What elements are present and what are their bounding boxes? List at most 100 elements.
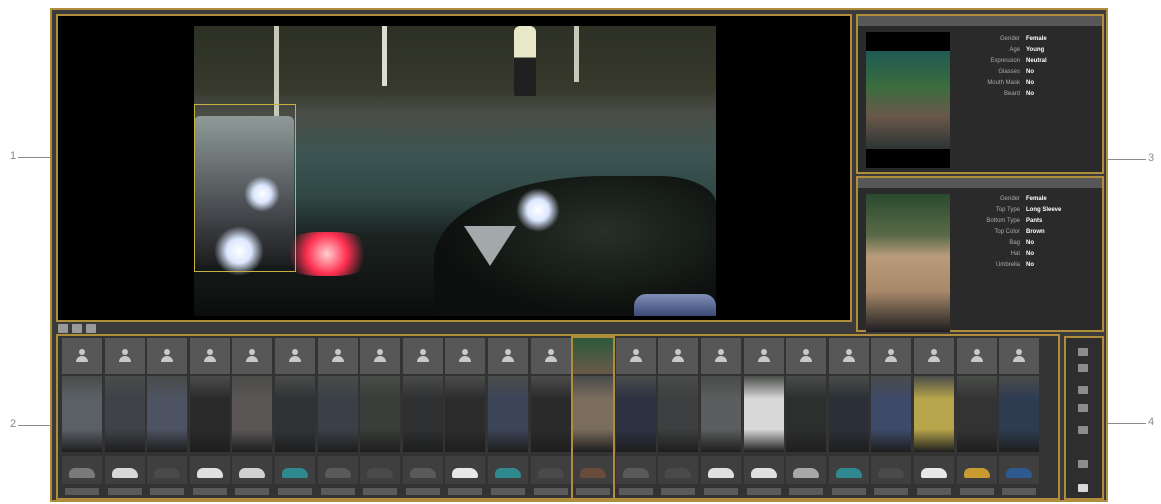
snapshot-item[interactable] bbox=[445, 338, 486, 498]
body-thumbnail[interactable] bbox=[701, 376, 741, 452]
body-thumbnail[interactable] bbox=[530, 376, 571, 452]
face-thumbnail[interactable] bbox=[828, 338, 869, 374]
snapshot-item[interactable] bbox=[871, 338, 912, 498]
snapshot-item[interactable] bbox=[317, 338, 358, 498]
vehicle-thumbnail[interactable] bbox=[615, 456, 656, 484]
face-thumbnail[interactable] bbox=[701, 338, 741, 374]
body-thumbnail[interactable] bbox=[615, 376, 656, 452]
face-thumbnail[interactable] bbox=[956, 338, 997, 374]
snapshot-item[interactable] bbox=[62, 338, 102, 498]
vehicle-thumbnail[interactable] bbox=[828, 456, 869, 484]
face-thumbnail[interactable] bbox=[914, 338, 954, 374]
vehicle-thumbnail[interactable] bbox=[317, 456, 358, 484]
vehicle-thumbnail[interactable] bbox=[232, 456, 273, 484]
face-thumbnail[interactable] bbox=[147, 338, 188, 374]
all-icon[interactable] bbox=[1078, 386, 1088, 394]
vehicle-thumbnail[interactable] bbox=[999, 456, 1040, 484]
vehicle-thumbnail[interactable] bbox=[488, 456, 528, 484]
body-thumbnail[interactable] bbox=[828, 376, 869, 452]
body-thumbnail[interactable] bbox=[488, 376, 528, 452]
vehicle-thumbnail[interactable] bbox=[956, 456, 997, 484]
body-thumbnail[interactable] bbox=[956, 376, 997, 452]
snapshot-item[interactable] bbox=[828, 338, 869, 498]
body-thumbnail[interactable] bbox=[658, 376, 699, 452]
vehicle-thumbnail[interactable] bbox=[914, 456, 954, 484]
face-snapshot[interactable] bbox=[866, 32, 950, 168]
body-thumbnail[interactable] bbox=[914, 376, 954, 452]
record-icon[interactable] bbox=[72, 324, 82, 333]
snapshot-item[interactable] bbox=[189, 338, 230, 498]
vehicle-thumbnail[interactable] bbox=[445, 456, 486, 484]
body-thumbnail[interactable] bbox=[743, 376, 784, 452]
face-thumbnail[interactable] bbox=[189, 338, 230, 374]
face-thumbnail[interactable] bbox=[275, 338, 315, 374]
vehicle-thumbnail[interactable] bbox=[147, 456, 188, 484]
snapshot-icon[interactable] bbox=[58, 324, 68, 333]
body-thumbnail[interactable] bbox=[62, 376, 102, 452]
vehicle-thumbnail[interactable] bbox=[402, 456, 443, 484]
snapshot-item[interactable] bbox=[530, 338, 571, 498]
settings-icon[interactable] bbox=[1078, 484, 1088, 492]
face-thumbnail[interactable] bbox=[488, 338, 528, 374]
vehicle-thumbnail[interactable] bbox=[275, 456, 315, 484]
face-thumbnail[interactable] bbox=[871, 338, 912, 374]
vehicle-thumbnail[interactable] bbox=[786, 456, 827, 484]
body-thumbnail[interactable] bbox=[871, 376, 912, 452]
snapshot-item[interactable] bbox=[104, 338, 145, 498]
vehicle-thumbnail[interactable] bbox=[189, 456, 230, 484]
face-thumbnail[interactable] bbox=[360, 338, 401, 374]
face-thumbnail[interactable] bbox=[999, 338, 1040, 374]
snapshot-item[interactable] bbox=[147, 338, 188, 498]
body-thumbnail[interactable] bbox=[402, 376, 443, 452]
body-thumbnail[interactable] bbox=[104, 376, 145, 452]
vehicle-thumbnail[interactable] bbox=[701, 456, 741, 484]
snapshot-item[interactable] bbox=[999, 338, 1040, 498]
vehicle-thumbnail[interactable] bbox=[62, 456, 102, 484]
vehicle-thumbnail[interactable] bbox=[104, 456, 145, 484]
body-thumbnail[interactable] bbox=[573, 376, 614, 452]
snapshot-item[interactable] bbox=[658, 338, 699, 498]
snapshot-item[interactable] bbox=[571, 336, 616, 500]
snapshot-item[interactable] bbox=[488, 338, 528, 498]
snapshot-item[interactable] bbox=[701, 338, 741, 498]
body-thumbnail[interactable] bbox=[189, 376, 230, 452]
body-thumbnail[interactable] bbox=[317, 376, 358, 452]
snapshot-item[interactable] bbox=[743, 338, 784, 498]
vehicle-thumbnail[interactable] bbox=[360, 456, 401, 484]
face-thumbnail[interactable] bbox=[402, 338, 443, 374]
export-icon[interactable] bbox=[1078, 426, 1088, 434]
face-thumbnail[interactable] bbox=[530, 338, 571, 374]
body-thumbnail[interactable] bbox=[786, 376, 827, 452]
body-thumbnail[interactable] bbox=[147, 376, 188, 452]
face-thumbnail[interactable] bbox=[62, 338, 102, 374]
body-thumbnail[interactable] bbox=[275, 376, 315, 452]
face-thumbnail[interactable] bbox=[786, 338, 827, 374]
face-thumbnail[interactable] bbox=[743, 338, 784, 374]
body-thumbnail[interactable] bbox=[445, 376, 486, 452]
face-thumbnail[interactable] bbox=[615, 338, 656, 374]
face-thumbnail[interactable] bbox=[573, 338, 614, 374]
face-thumbnail[interactable] bbox=[317, 338, 358, 374]
person-filter-icon[interactable] bbox=[1078, 348, 1088, 356]
body-thumbnail[interactable] bbox=[360, 376, 401, 452]
snapshot-item[interactable] bbox=[615, 338, 656, 498]
detection-box[interactable] bbox=[194, 104, 296, 272]
snapshot-item[interactable] bbox=[232, 338, 273, 498]
face-thumbnail[interactable] bbox=[658, 338, 699, 374]
vehicle-thumbnail[interactable] bbox=[573, 456, 614, 484]
sort-icon[interactable] bbox=[1078, 404, 1088, 412]
vehicle-thumbnail[interactable] bbox=[530, 456, 571, 484]
zoom-icon[interactable] bbox=[86, 324, 96, 333]
live-video-view[interactable] bbox=[56, 14, 852, 322]
snapshot-item[interactable] bbox=[360, 338, 401, 498]
vehicle-thumbnail[interactable] bbox=[871, 456, 912, 484]
body-snapshot[interactable] bbox=[866, 194, 950, 332]
snapshot-item[interactable] bbox=[275, 338, 315, 498]
face-thumbnail[interactable] bbox=[232, 338, 273, 374]
body-thumbnail[interactable] bbox=[232, 376, 273, 452]
snapshot-item[interactable] bbox=[914, 338, 954, 498]
vehicle-thumbnail[interactable] bbox=[658, 456, 699, 484]
snapshot-item[interactable] bbox=[956, 338, 997, 498]
snapshot-item[interactable] bbox=[786, 338, 827, 498]
vehicle-thumbnail[interactable] bbox=[743, 456, 784, 484]
